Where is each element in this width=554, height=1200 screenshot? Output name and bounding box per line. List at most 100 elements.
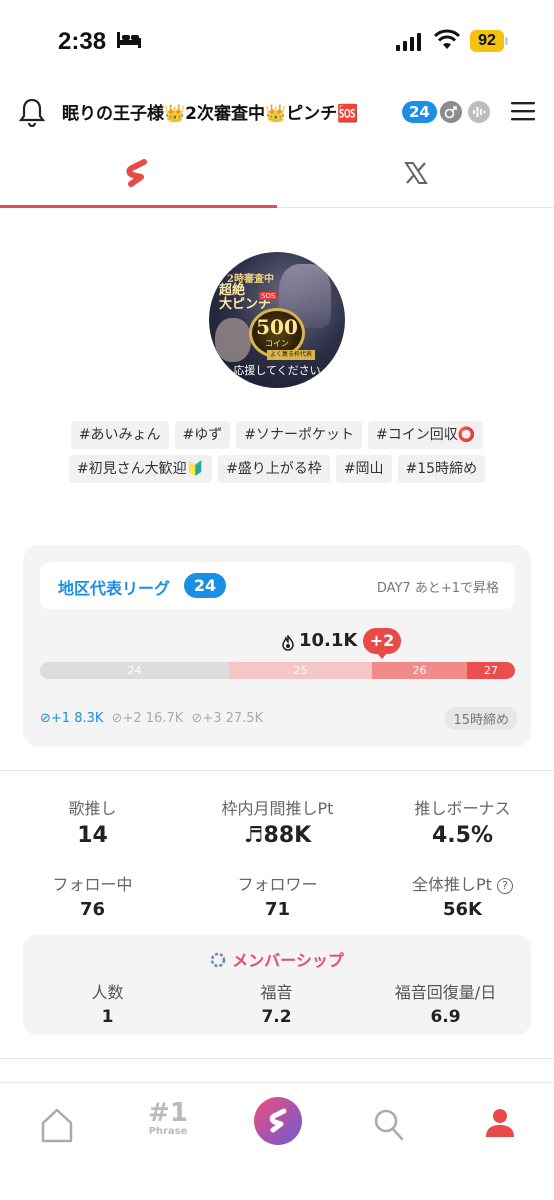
tag-chip[interactable]: #コイン回収⭕ (368, 421, 484, 449)
app-logo-icon (126, 159, 147, 187)
membership-title: メンバーシップ (23, 947, 531, 971)
tag-chip[interactable]: #岡山 (335, 455, 392, 483)
member-value: 7.2 (261, 1007, 292, 1027)
progress-segment: 25 (229, 662, 372, 679)
nav-phrase[interactable]: #1 Phrase (146, 1099, 190, 1147)
app-logo-icon (269, 1108, 287, 1133)
stat-value: 71 (264, 899, 291, 920)
stat-label: 歌推し (68, 799, 117, 818)
league-title: 地区代表リーグ (58, 579, 171, 598)
member-label: 福音 (260, 983, 293, 1002)
tag-row-2: #初見さん大歓迎🔰 #盛り上がる枠 #岡山 #15時締め (0, 455, 554, 483)
threshold-item: ⊘+3 27.5K (191, 711, 263, 726)
avatar-sos: SOS (259, 292, 278, 300)
threshold-label: +3 (202, 711, 222, 726)
stat-label: フォロワー (237, 875, 318, 894)
wifi-icon (433, 29, 461, 49)
status-time: 2:38 (58, 28, 107, 55)
member-label: 福音回復量/日 (394, 983, 497, 1002)
nav-live-button[interactable] (254, 1097, 302, 1145)
deadline-chip: 15時締め (445, 707, 517, 730)
stat-followers[interactable]: フォロワー 71 (185, 871, 370, 920)
phrase-rank-icon: #1 (148, 1098, 188, 1128)
progress-segment: 27 (467, 662, 515, 679)
stat-label-text: 全体推しPt (411, 875, 492, 894)
stat-following[interactable]: フォロー中 76 (0, 871, 185, 920)
home-icon[interactable] (37, 1101, 77, 1149)
listener-count-badge: 24 (402, 101, 437, 123)
tag-chip[interactable]: #盛り上がる枠 (218, 455, 330, 483)
stat-label: 枠内月間推しPt (221, 799, 334, 818)
flame-icon (282, 635, 294, 651)
threshold-value: 8.3K (74, 711, 104, 726)
male-icon (440, 101, 462, 123)
stat-value: 56K (443, 899, 482, 920)
league-header: 地区代表リーグ 24 DAY7 あと+1で昇格 (40, 562, 515, 609)
rank-change-bubble-tail (377, 653, 387, 659)
threshold-item: ⊘+1 8.3K (40, 711, 108, 726)
membership-gospel: 福音 7.2 (192, 979, 361, 1027)
threshold-value: 16.7K (145, 711, 184, 726)
membership-recovery: 福音回復量/日 6.9 (361, 979, 530, 1027)
league-badge: 24 (184, 573, 226, 598)
tag-chip[interactable]: #15時締め (397, 455, 486, 483)
room-title: 眠りの王子様👑2次審査中👑ピンチ🆘 (62, 104, 359, 124)
voice-icon[interactable] (468, 101, 490, 123)
rank-change-bubble: +2 (363, 628, 401, 654)
tag-chip[interactable]: #ソナーポケット (236, 421, 363, 449)
tab-x-profile[interactable] (277, 140, 554, 208)
signal-icon (396, 33, 421, 51)
league-promotion-note: DAY7 あと+1で昇格 (376, 581, 499, 596)
progress-segment: 24 (40, 662, 229, 679)
tag-row-1: #あいみょん #ゆず #ソナーポケット #コイン回収⭕ (0, 421, 554, 449)
stat-monthly-pt[interactable]: 枠内月間推しPt ♬88K (185, 795, 370, 848)
membership-title-text: メンバーシップ (232, 951, 344, 970)
league-card[interactable]: 地区代表リーグ 24 DAY7 あと+1で昇格 10.1K +2 24 25 2… (23, 545, 531, 747)
divider (0, 770, 554, 771)
member-value: 1 (101, 1007, 114, 1027)
membership-members: 人数 1 (23, 979, 192, 1027)
avatar-banner: よく集る枠代表 (267, 350, 315, 360)
stat-value: 76 (79, 899, 106, 920)
status-bar: 2:38 92 (0, 0, 554, 80)
league-score: 10.1K (299, 630, 358, 651)
tab-app-profile[interactable] (0, 140, 277, 208)
help-icon[interactable]: ? (497, 878, 514, 894)
stat-value: ♬88K (243, 823, 312, 848)
bell-icon[interactable] (18, 97, 46, 127)
membership-icon (210, 952, 226, 968)
stat-label: フォロー中 (52, 875, 133, 894)
avatar-bottom-text: 応援してください (233, 364, 321, 377)
stat-label: 全体推しPt ? (370, 871, 554, 895)
profile-avatar[interactable]: 2時審査中 超絶 大ピンチ SOS 500 コイン よく集る枠代表 応援してくだ… (209, 252, 345, 388)
battery-tip (505, 37, 508, 45)
threshold-label: +2 (122, 711, 142, 726)
tag-chip[interactable]: #ゆず (174, 421, 231, 449)
divider (0, 1058, 554, 1059)
profile-icon[interactable] (480, 1101, 520, 1149)
threshold-label: +1 (50, 711, 71, 726)
avatar-coin-number: 500 (256, 315, 298, 339)
header: 眠りの王子様👑2次審査中👑ピンチ🆘 24 (0, 85, 554, 139)
membership-card[interactable]: メンバーシップ 人数 1 福音 7.2 福音回復量/日 6.9 (23, 935, 531, 1035)
menu-icon[interactable] (510, 99, 536, 123)
x-logo-icon (404, 162, 428, 184)
league-progress-bar: 24 25 26 27 (40, 662, 515, 679)
stat-oshi-bonus[interactable]: 推しボーナス 4.5% (370, 795, 554, 848)
phrase-label: Phrase (148, 1126, 188, 1137)
battery-indicator: 92 (470, 30, 504, 52)
stat-label: 推しボーナス (414, 799, 511, 818)
tag-chip[interactable]: #あいみょん (70, 421, 169, 449)
search-icon[interactable] (369, 1101, 409, 1149)
stat-total-pt[interactable]: 全体推しPt ? 56K (370, 871, 554, 920)
progress-segment: 26 (372, 662, 467, 679)
threshold-item: ⊘+2 16.7K (112, 711, 188, 726)
bed-icon (117, 32, 141, 48)
avatar-bunny (215, 318, 251, 362)
stat-value: 4.5% (431, 823, 493, 848)
tag-chip[interactable]: #初見さん大歓迎🔰 (68, 455, 213, 483)
stat-value: 14 (77, 823, 108, 848)
stat-song-oshi[interactable]: 歌推し 14 (0, 795, 185, 848)
check-circle-icon: ⊘ (191, 711, 203, 726)
member-value: 6.9 (430, 1007, 461, 1027)
